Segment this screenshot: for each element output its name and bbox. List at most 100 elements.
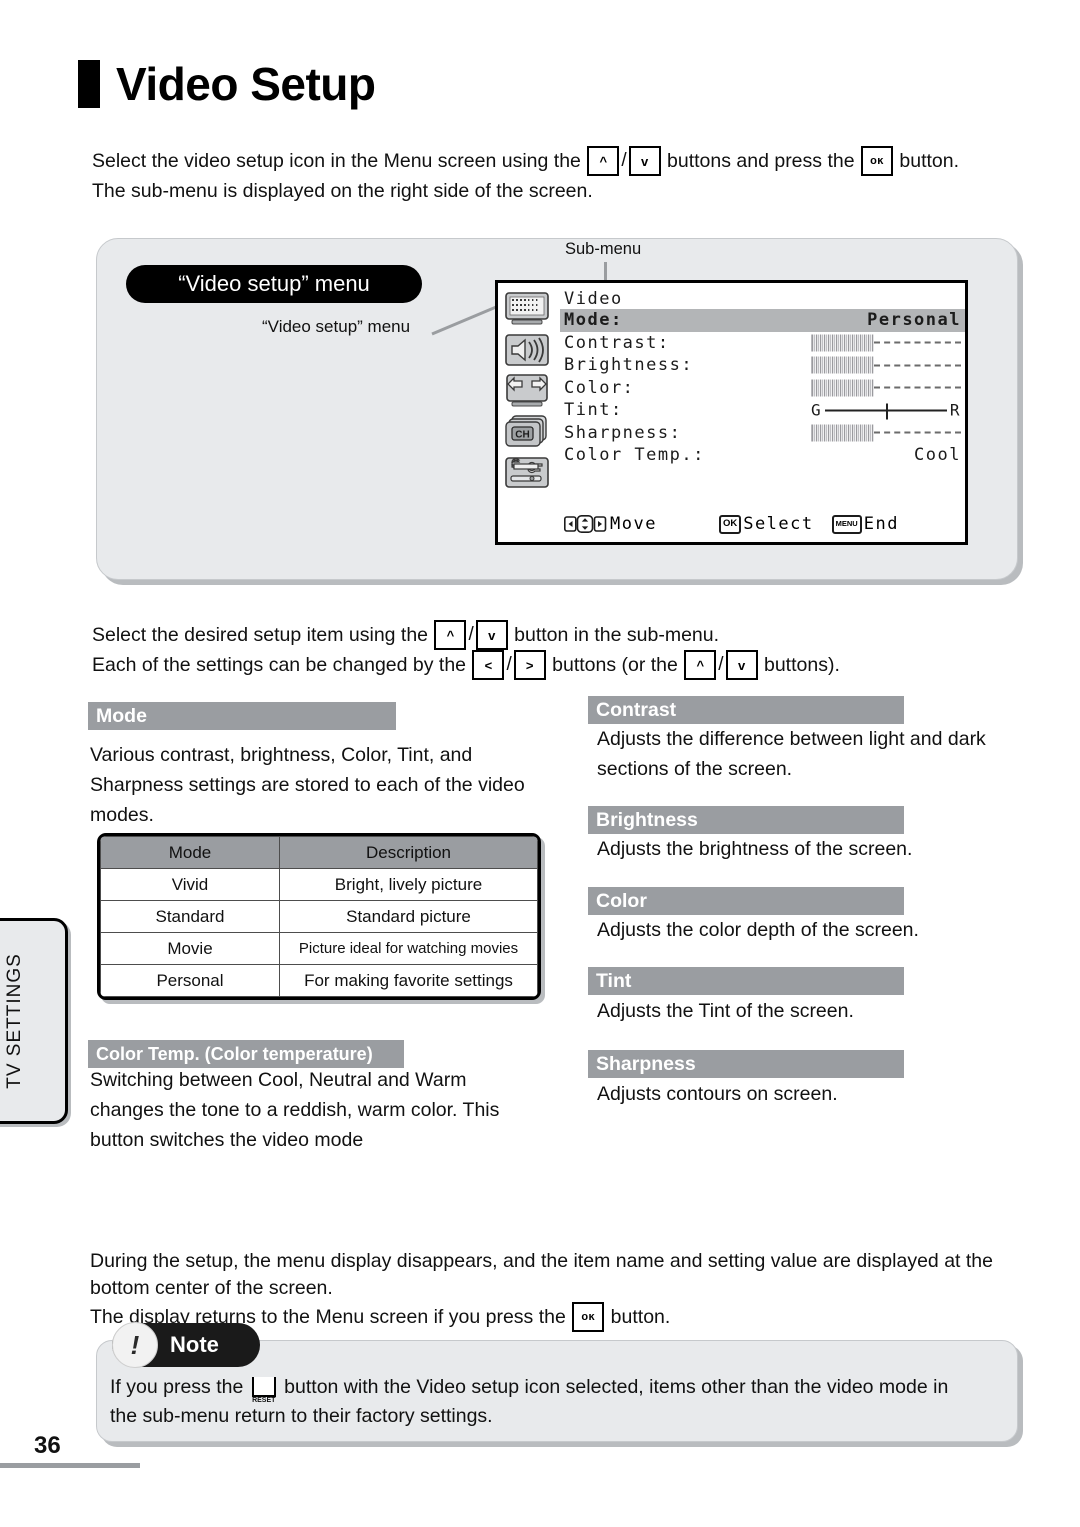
- left-button-icon[interactable]: <: [472, 650, 505, 680]
- osd-body: Video Mode: Personal Contrast: Brightnes…: [560, 283, 965, 542]
- intro-text-2: buttons and press the: [661, 150, 860, 172]
- intro-text-3: button.: [893, 150, 960, 172]
- osd-label-mode: Mode:: [564, 310, 623, 331]
- section-body-color: Adjusts the color depth of the screen.: [597, 919, 919, 941]
- down-button-icon[interactable]: v: [725, 650, 758, 680]
- ok-button-icon[interactable]: oĸ: [572, 1302, 605, 1332]
- video-setup-menu-callout: “Video setup” menu: [262, 317, 411, 336]
- setup-icon[interactable]: [504, 455, 554, 491]
- osd-value-color-temp: Cool: [914, 445, 961, 466]
- up-button-icon[interactable]: ^: [684, 650, 717, 680]
- ok-pill-icon: OK: [718, 514, 742, 534]
- section-heading-brightness: Brightness: [588, 806, 904, 834]
- intro-text-1: Select the video setup icon in the Menu …: [92, 150, 587, 172]
- slider-fill: [811, 334, 874, 352]
- osd-slider-sharpness[interactable]: [811, 424, 961, 442]
- page-title-text: Video Setup: [116, 58, 376, 110]
- intro-paragraph: Select the video setup icon in the Menu …: [92, 146, 992, 206]
- tint-track: [825, 403, 947, 420]
- osd-row-tint[interactable]: Tint: G R: [560, 399, 965, 422]
- up-button-icon[interactable]: ^: [434, 620, 467, 650]
- reset-button-box: [251, 1377, 276, 1397]
- table-header-mode: Mode: [100, 836, 280, 869]
- table-cell-description: Standard picture: [279, 900, 538, 933]
- osd-end-hint: MENU End: [831, 514, 899, 534]
- osd-row-color[interactable]: Color:: [560, 377, 965, 400]
- table-cell-description: For making favorite settings: [279, 964, 538, 997]
- table-cell-description: Picture ideal for watching movies: [279, 932, 538, 965]
- closing-paragraph: During the setup, the menu display disap…: [90, 1248, 1030, 1332]
- audio-icon[interactable]: [504, 332, 554, 368]
- down-button-icon[interactable]: v: [628, 146, 661, 176]
- exclamation-icon: !: [112, 1322, 158, 1368]
- slider-track: [874, 431, 961, 434]
- osd-slider-tint[interactable]: G R: [811, 401, 961, 420]
- osd-row-brightness[interactable]: Brightness:: [560, 354, 965, 377]
- osd-select-label: Select: [743, 514, 814, 534]
- section-body-mode: Various contrast, brightness, Color, Tin…: [90, 744, 525, 826]
- osd-row-mode[interactable]: Mode: Personal: [560, 309, 965, 332]
- tint-thumb: [886, 403, 888, 420]
- note-text-3: the sub-menu return to their factory set…: [110, 1405, 493, 1427]
- channel-icon[interactable]: CH: [504, 414, 554, 450]
- table-row: Standard Standard picture: [100, 900, 538, 933]
- osd-slider-brightness[interactable]: [811, 356, 961, 374]
- osd-row-sharpness[interactable]: Sharpness:: [560, 422, 965, 445]
- page-title: Video Setup: [78, 58, 376, 110]
- instr-text-4: buttons (or the: [546, 654, 684, 676]
- note-text-2: button with the Video setup icon selecte…: [278, 1375, 949, 1398]
- osd-footer: Move OK Select MENU End: [564, 514, 961, 534]
- osd-row-contrast[interactable]: Contrast:: [560, 332, 965, 355]
- closing-line-1: During the setup, the menu display disap…: [90, 1250, 993, 1272]
- reset-button-label: RESET: [252, 1397, 276, 1404]
- osd-select-hint: OK Select: [718, 514, 814, 534]
- osd-move-label: Move: [610, 514, 657, 534]
- tv-osd-screen: CH Video Mode: Personal Contrast: Bright…: [495, 280, 968, 545]
- osd-slider-color[interactable]: [811, 379, 961, 397]
- section-heading-contrast: Contrast: [588, 696, 904, 724]
- osd-label-contrast: Contrast:: [564, 332, 670, 353]
- osd-row-color-temp[interactable]: Color Temp.: Cool: [560, 444, 965, 467]
- note-text-1: If you press the: [110, 1375, 249, 1398]
- table-cell-mode: Standard: [100, 900, 280, 933]
- key-separator: /: [468, 624, 474, 645]
- section-body-color-temp: Switching between Cool, Neutral and Warm…: [90, 1069, 500, 1151]
- intro-line-2: The sub-menu is displayed on the right s…: [92, 180, 593, 202]
- video-icon[interactable]: [504, 291, 554, 327]
- table-cell-mode: Movie: [100, 932, 280, 965]
- menu-pill-icon: MENU: [831, 514, 862, 534]
- exclamation-glyph: !: [130, 1330, 140, 1360]
- screen-icon[interactable]: [504, 373, 554, 409]
- osd-icon-column: CH: [498, 283, 560, 542]
- table-row: Movie Picture ideal for watching movies: [100, 932, 538, 965]
- note-badge-label: Note: [170, 1332, 219, 1357]
- section-heading-sharpness: Sharpness: [588, 1050, 904, 1078]
- table-row: Personal For making favorite settings: [100, 964, 538, 997]
- osd-label-brightness: Brightness:: [564, 355, 694, 376]
- side-tab-tv-settings: TV SETTINGS: [0, 918, 68, 1124]
- slider-fill: [811, 424, 874, 442]
- instructions-paragraph: Select the desired setup item using the …: [92, 620, 1012, 680]
- slider-track: [874, 364, 961, 367]
- ok-button-icon[interactable]: oĸ: [860, 146, 893, 176]
- right-button-icon[interactable]: >: [513, 650, 546, 680]
- table-row: Vivid Bright, lively picture: [100, 868, 538, 901]
- table-cell-description: Bright, lively picture: [279, 868, 538, 901]
- section-body-sharpness: Adjusts contours on screen.: [597, 1083, 838, 1105]
- section-body-tint: Adjusts the Tint of the screen.: [597, 1000, 854, 1022]
- slider-track: [874, 386, 961, 389]
- instr-text-2: button in the sub-menu.: [508, 624, 720, 646]
- instr-text-3: Each of the settings can be changed by t…: [92, 654, 472, 676]
- table-cell-mode: Vivid: [100, 868, 280, 901]
- slider-fill: [811, 379, 874, 397]
- note-badge: ! Note: [112, 1322, 260, 1368]
- side-tab-label: TV SETTINGS: [4, 953, 25, 1089]
- osd-label-color: Color:: [564, 377, 635, 398]
- section-heading-tint: Tint: [588, 967, 904, 995]
- down-button-icon[interactable]: v: [475, 620, 508, 650]
- closing-line-2: bottom center of the screen.: [90, 1277, 333, 1299]
- up-button-icon[interactable]: ^: [587, 146, 620, 176]
- osd-slider-contrast[interactable]: [811, 334, 961, 352]
- table-header-description: Description: [279, 836, 538, 869]
- reset-button-icon[interactable]: RESET: [251, 1375, 277, 1405]
